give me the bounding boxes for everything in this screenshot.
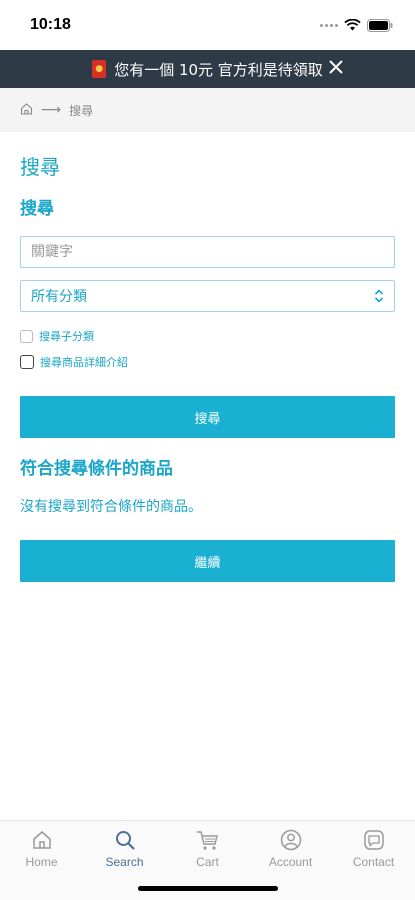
breadcrumb-current[interactable]: 搜尋 (69, 102, 93, 119)
continue-button[interactable]: 繼續 (20, 540, 395, 582)
tab-account-label: Account (268, 855, 313, 869)
subcategory-checkbox[interactable] (20, 329, 33, 343)
home-icon[interactable] (20, 102, 33, 118)
status-icons (320, 18, 393, 32)
contact-icon (363, 827, 385, 853)
bottom-tab-bar: Home Search Cart Account Contact (0, 820, 415, 900)
select-arrows-icon (374, 289, 384, 303)
no-results-message: 沒有搜尋到符合條件的商品。 (20, 499, 202, 515)
description-checkbox-label[interactable]: 搜尋商品詳細介紹 (40, 354, 128, 370)
home-icon (31, 827, 53, 853)
page-title: 搜尋 (20, 155, 60, 179)
wifi-icon (344, 19, 361, 31)
tab-home[interactable]: Home (0, 827, 83, 900)
promo-banner[interactable]: ● 您有一個 10元 官方利是待領取 (0, 50, 415, 88)
tab-contact-label: Contact (352, 855, 395, 869)
status-time: 10:18 (30, 16, 71, 33)
tab-contact[interactable]: Contact (332, 827, 415, 900)
close-icon[interactable] (329, 60, 343, 78)
description-checkbox-row[interactable]: 搜尋商品詳細介紹 (20, 354, 395, 370)
description-checkbox[interactable] (20, 355, 34, 369)
keyword-field (20, 236, 395, 268)
arrow-right-icon: ⟶ (41, 102, 62, 118)
signal-icon (320, 23, 338, 27)
main-content: 搜尋 搜尋 所有分類 搜尋子分類 搜尋商品詳細介紹 搜尋 符合搜尋條件的商品 沒… (0, 152, 415, 582)
promo-content: ● 您有一個 10元 官方利是待領取 (92, 59, 323, 80)
status-bar: 10:18 (0, 0, 415, 50)
promo-text: 您有一個 10元 官方利是待領取 (114, 60, 323, 79)
battery-icon (367, 18, 393, 32)
keyword-input[interactable] (31, 244, 384, 260)
category-select[interactable]: 所有分類 (20, 280, 395, 312)
tab-home-label: Home (25, 855, 58, 869)
account-icon (280, 827, 302, 853)
search-icon (114, 827, 136, 853)
results-title: 符合搜尋條件的商品 (20, 459, 173, 479)
subcategory-checkbox-label[interactable]: 搜尋子分類 (39, 328, 94, 344)
breadcrumb: ⟶ 搜尋 (0, 88, 415, 132)
search-button[interactable]: 搜尋 (20, 396, 395, 438)
red-envelope-icon: ● (92, 60, 107, 78)
tab-cart-label: Cart (196, 855, 219, 869)
category-select-value: 所有分類 (31, 289, 87, 305)
home-indicator (137, 886, 278, 891)
tab-search-label: Search (105, 855, 144, 869)
cart-icon (196, 827, 220, 853)
subcategory-checkbox-row[interactable]: 搜尋子分類 (20, 328, 395, 344)
search-section-title: 搜尋 (20, 199, 54, 219)
